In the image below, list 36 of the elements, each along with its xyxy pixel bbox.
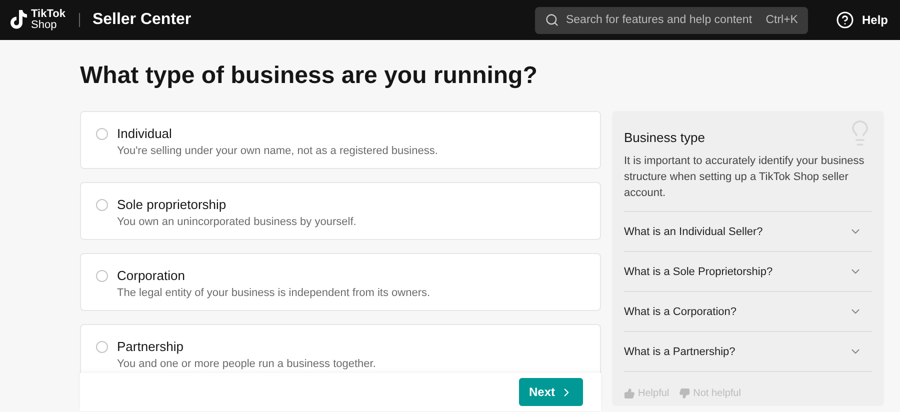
option-card[interactable]: Sole proprietorship You own an unincorporated business by yourself. — [80, 182, 601, 240]
faq-item[interactable]: What is a Partnership? — [624, 332, 872, 372]
search-field[interactable]: Search for features and help content Ctrl+K — [534, 6, 808, 34]
option-card[interactable]: Individual You're selling under your own name, not as a registered business. — [80, 111, 601, 169]
note-icon — [10, 9, 28, 31]
panel-title: Business type — [624, 130, 706, 145]
option-card[interactable]: Partnership You and one or more people run a business together. — [80, 324, 601, 373]
radio-button[interactable] — [96, 128, 108, 140]
logo-text: TikTok — [31, 9, 66, 20]
option-label: Individual — [117, 126, 173, 141]
faq-item[interactable]: What is a Corporation? — [624, 292, 872, 332]
option-label: Partnership — [117, 339, 184, 354]
option-description: You and one or more people run a business together. — [117, 358, 376, 370]
logo-text: Shop — [31, 20, 58, 31]
panel-text: It is important to accurately identify your business structure when setting up a TikTok Shop seller account. — [624, 153, 872, 212]
radio-button[interactable] — [96, 270, 108, 282]
app-title: Seller Center — [92, 11, 192, 29]
radio-button[interactable] — [96, 341, 108, 353]
option-description: You own an unincorporated business by yourself. — [117, 216, 356, 228]
faq-item[interactable]: What is an Individual Seller? — [624, 212, 872, 252]
thumbs-down-icon — [679, 388, 690, 399]
help-button[interactable]: Help — [836, 11, 888, 29]
radio-button[interactable] — [96, 199, 108, 211]
next-button[interactable]: Next — [519, 378, 583, 406]
shortcut-hint: Ctrl+K — [766, 14, 798, 26]
page-heading: What type of business are you running? — [80, 62, 538, 90]
help-icon — [836, 11, 854, 29]
option-card[interactable]: Corporation The legal entity of your business is independent from its owners. — [80, 253, 601, 311]
option-label: Corporation — [117, 268, 186, 283]
option-label: Sole proprietorship — [117, 197, 228, 212]
thumbs-up-icon — [624, 388, 635, 399]
search-icon — [544, 13, 559, 27]
search-input[interactable]: Search for features and help content — [566, 14, 759, 26]
option-description: The legal entity of your business is independent from its owners. — [117, 287, 430, 299]
option-description: You're selling under your own name, not as a registered business. — [117, 145, 438, 157]
faq-item[interactable]: What is a Sole Proprietorship? — [624, 252, 872, 292]
